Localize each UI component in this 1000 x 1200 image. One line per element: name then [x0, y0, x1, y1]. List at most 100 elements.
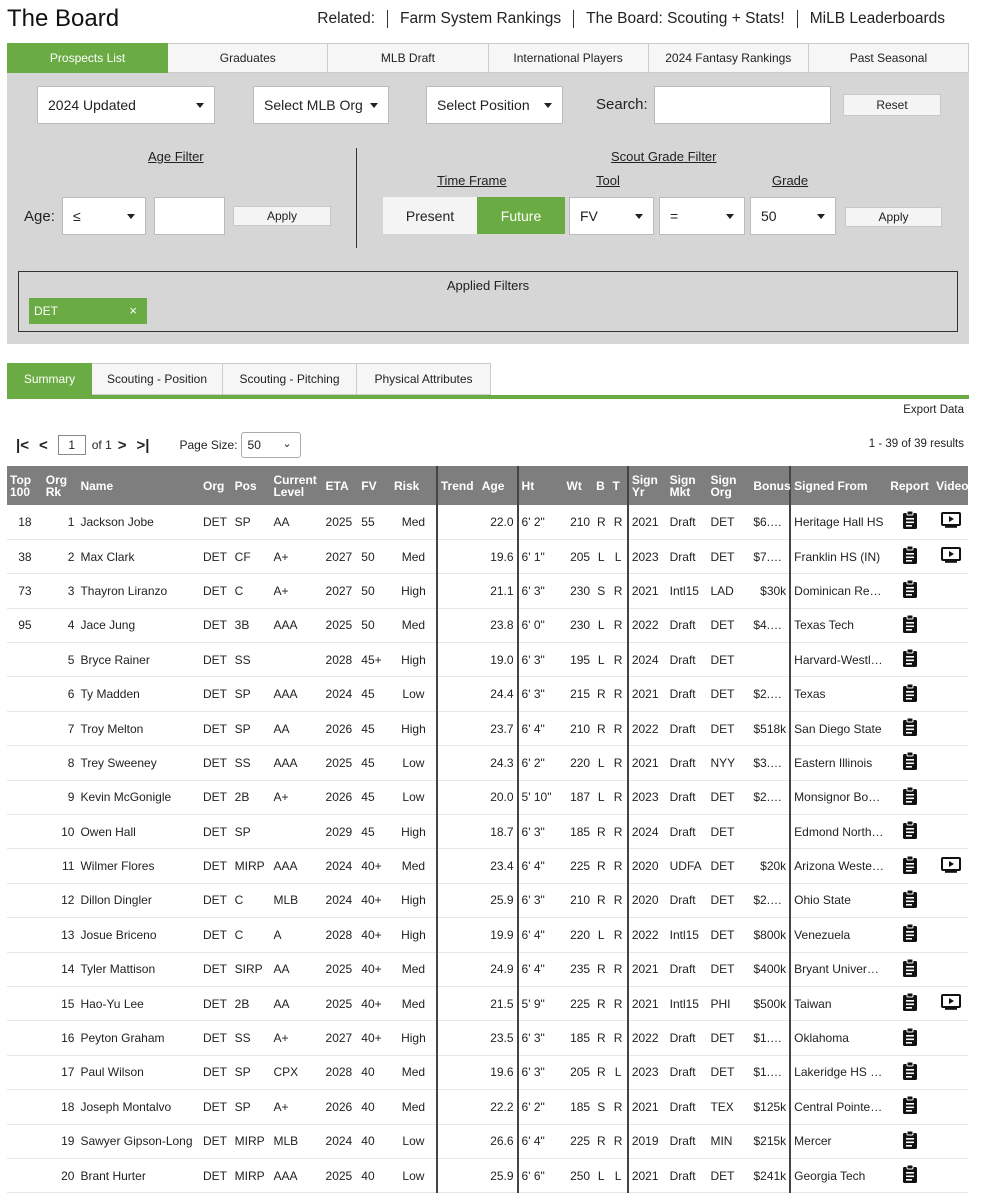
table-row[interactable]: 17 Paul Wilson DET SP CPX 2028 40 Med 19.6 6' 3" 2… [7, 1055, 968, 1091]
table-row[interactable]: 8 Trey Sweeney DET SS AAA 2025 45 Low 24.3 6' 2" 2… [7, 745, 968, 781]
col-name[interactable]: Name [77, 466, 200, 505]
video-play-icon[interactable] [940, 994, 961, 1010]
grade-select[interactable]: 50 [750, 197, 836, 235]
link-board-scouting-stats[interactable]: The Board: Scouting + Stats! [573, 10, 797, 28]
col-bonus[interactable]: Bonus [750, 466, 791, 505]
clipboard-icon[interactable] [902, 648, 918, 668]
tool-select[interactable]: FV [569, 197, 654, 235]
table-row[interactable]: 15 Hao-Yu Lee DET 2B AA 2025 40+ Med 21.5 5' 9" 22… [7, 986, 968, 1022]
position-select[interactable]: Select Position [426, 86, 563, 124]
clipboard-icon[interactable] [902, 889, 918, 909]
clipboard-icon[interactable] [902, 683, 918, 703]
age-apply-button[interactable]: Apply [233, 206, 331, 226]
last-page-icon[interactable]: >| [137, 437, 150, 454]
player-name-link[interactable]: Jace Jung [77, 608, 200, 644]
player-name-link[interactable]: Josue Briceno [77, 917, 200, 953]
prev-page-icon[interactable]: < [39, 437, 48, 454]
video-play-icon[interactable] [940, 547, 961, 563]
tab-mlb-draft[interactable]: MLB Draft [328, 43, 489, 73]
col-trend[interactable]: Trend [435, 466, 479, 505]
col-org-rank[interactable]: Org Rk [42, 466, 78, 505]
table-row[interactable]: 12 Dillon Dingler DET C MLB 2024 40+ High 25.9 6'… [7, 883, 968, 919]
clipboard-icon[interactable] [902, 1027, 918, 1047]
col-eta[interactable]: ETA [322, 466, 359, 505]
tab-physical-attributes[interactable]: Physical Attributes [357, 363, 491, 395]
link-farm-system-rankings[interactable]: Farm System Rankings [387, 10, 573, 28]
col-level[interactable]: Current Level [270, 466, 323, 505]
clipboard-icon[interactable] [902, 1130, 918, 1150]
clipboard-icon[interactable] [902, 510, 918, 530]
player-name-link[interactable]: Kevin McGonigle [77, 780, 200, 816]
tab-prospects-list[interactable]: Prospects List [7, 43, 169, 73]
link-milb-leaderboards[interactable]: MiLB Leaderboards [796, 10, 957, 28]
table-row[interactable]: 9 Kevin McGonigle DET 2B A+ 2026 45 Low 20.0 5' 1… [7, 780, 968, 816]
tab-international-players[interactable]: International Players [488, 43, 649, 73]
tab-scouting-pitching[interactable]: Scouting - Pitching [223, 363, 357, 395]
player-name-link[interactable]: Wilmer Flores [77, 848, 200, 884]
reset-button[interactable]: Reset [843, 94, 941, 116]
col-video[interactable]: Video [933, 466, 969, 505]
tab-graduates[interactable]: Graduates [168, 43, 329, 73]
table-row[interactable]: 18 1 Jackson Jobe DET SP AA 2025 55 Med 22.0 6' 2"… [7, 505, 968, 540]
table-row[interactable]: 6 Ty Madden DET SP AAA 2024 45 Low 24.4 6' 3" 215 R… [7, 676, 968, 712]
player-name-link[interactable]: Peyton Graham [77, 1020, 200, 1056]
clipboard-icon[interactable] [902, 614, 918, 634]
col-top100[interactable]: Top 100 [7, 466, 43, 505]
present-toggle[interactable]: Present [383, 197, 477, 234]
table-row[interactable]: 18 Joseph Montalvo DET SP A+ 2026 40 Med 22.2 6' … [7, 1089, 968, 1125]
table-row[interactable]: 5 Bryce Rainer DET SS 2028 45+ High 19.0 6' 3" 19… [7, 642, 968, 678]
table-row[interactable]: 20 Brant Hurter DET MIRP AAA 2025 40 Low 25.9 6' … [7, 1158, 968, 1194]
player-name-link[interactable]: Owen Hall [77, 814, 200, 850]
age-operator-select[interactable]: ≤ [62, 197, 146, 235]
col-signed-from[interactable]: Signed From [789, 466, 888, 505]
clipboard-icon[interactable] [902, 820, 918, 840]
clipboard-icon[interactable] [902, 1095, 918, 1115]
filter-chip-det[interactable]: DET × [29, 298, 147, 324]
player-name-link[interactable]: Tyler Mattison [77, 952, 200, 987]
player-name-link[interactable]: Sawyer Gipson-Long [77, 1124, 200, 1159]
table-row[interactable]: 10 Owen Hall DET SP 2029 45 High 18.7 6' 3" 185 R R… [7, 814, 968, 850]
clipboard-icon[interactable] [902, 1164, 918, 1184]
col-sign-year[interactable]: Sign Yr [626, 466, 667, 505]
tab-summary[interactable]: Summary [7, 363, 92, 395]
clipboard-icon[interactable] [902, 579, 918, 599]
col-height[interactable]: Ht [516, 466, 564, 505]
clipboard-icon[interactable] [902, 923, 918, 943]
player-name-link[interactable]: Brant Hurter [77, 1158, 200, 1194]
col-risk[interactable]: Risk [390, 466, 437, 505]
age-value-input[interactable] [154, 197, 225, 235]
board-select[interactable]: 2024 Updated [37, 86, 215, 124]
col-fv[interactable]: FV [358, 466, 391, 505]
col-org[interactable]: Org [200, 466, 232, 505]
scout-apply-button[interactable]: Apply [845, 207, 942, 227]
video-play-icon[interactable] [940, 512, 961, 529]
player-name-link[interactable]: Jackson Jobe [77, 505, 200, 540]
table-row[interactable]: 73 3 Thayron Liranzo DET C A+ 2027 50 High 21.1 6'… [7, 573, 968, 609]
search-input[interactable] [654, 86, 831, 124]
page-size-select[interactable]: 50 ⌄ [240, 432, 301, 458]
table-row[interactable]: 11 Wilmer Flores DET MIRP AAA 2024 40+ Med 23.4 6… [7, 848, 968, 884]
table-row[interactable]: 13 Josue Briceno DET C A 2028 40+ High 19.9 6' 4"… [7, 917, 968, 953]
player-name-link[interactable]: Bryce Rainer [77, 642, 200, 678]
page-number-input[interactable]: 1 [57, 435, 86, 455]
clipboard-icon[interactable] [902, 958, 918, 978]
col-report[interactable]: Report [887, 466, 934, 505]
future-toggle[interactable]: Future [477, 197, 565, 234]
col-sign-market[interactable]: Sign Mkt [666, 466, 708, 505]
tab-past-seasonal[interactable]: Past Seasonal [808, 43, 970, 73]
col-sign-org[interactable]: Sign Org [707, 466, 751, 505]
player-name-link[interactable]: Joseph Montalvo [77, 1089, 200, 1125]
tab-scouting-position[interactable]: Scouting - Position [92, 363, 223, 395]
clipboard-icon[interactable] [902, 751, 918, 771]
close-icon[interactable]: × [129, 303, 137, 318]
col-throws[interactable]: T [609, 466, 628, 505]
player-name-link[interactable]: Ty Madden [77, 676, 200, 712]
col-pos[interactable]: Pos [231, 466, 271, 505]
clipboard-icon[interactable] [902, 717, 918, 737]
table-row[interactable]: 38 2 Max Clark DET CF A+ 2027 50 Med 19.6 6' 1" 205… [7, 539, 968, 575]
next-page-icon[interactable]: > [118, 437, 127, 454]
comparator-select[interactable]: = [659, 197, 745, 235]
player-name-link[interactable]: Paul Wilson [77, 1055, 200, 1091]
col-age[interactable]: Age [478, 466, 518, 505]
table-row[interactable]: 14 Tyler Mattison DET SIRP AA 2025 40+ Med 24.9 6… [7, 952, 968, 987]
